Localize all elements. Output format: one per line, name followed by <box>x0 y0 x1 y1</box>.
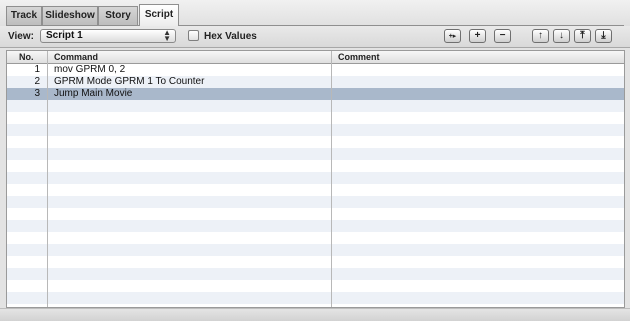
table-row[interactable]: 3 Jump Main Movie <box>7 88 624 100</box>
empty-table-row[interactable] <box>7 232 624 244</box>
empty-table-row[interactable] <box>7 160 624 172</box>
move-up-button[interactable]: ↑ <box>532 29 549 43</box>
hex-values-checkbox[interactable] <box>188 30 199 41</box>
insert-icon: +▸ <box>448 33 457 40</box>
hex-values-label: Hex Values <box>204 31 257 42</box>
status-footer <box>0 308 630 321</box>
tab-script[interactable]: Script <box>139 4 179 26</box>
empty-table-row[interactable] <box>7 280 624 292</box>
empty-table-row[interactable] <box>7 244 624 256</box>
table-row[interactable]: 2 GPRM Mode GPRM 1 To Counter <box>7 76 624 88</box>
empty-table-row[interactable] <box>7 268 624 280</box>
row-number: 1 <box>34 64 40 75</box>
arrow-down-icon: ↓ <box>559 30 564 41</box>
move-to-bottom-button[interactable]: ⤓ <box>595 29 612 43</box>
row-number: 3 <box>34 88 40 99</box>
empty-table-row[interactable] <box>7 208 624 220</box>
tab-track[interactable]: Track <box>6 6 42 25</box>
arrow-up-icon: ↑ <box>538 30 543 41</box>
remove-command-button[interactable]: − <box>494 29 511 43</box>
move-top-icon: ⤒ <box>580 30 585 41</box>
column-header-command[interactable]: Command <box>54 52 98 62</box>
tab-bar: Track Slideshow Story Script <box>0 0 630 26</box>
tab-slideshow[interactable]: Slideshow <box>42 6 98 25</box>
empty-table-row[interactable] <box>7 136 624 148</box>
script-toolbar: View: Script 1 ▲ ▼ Hex Values +▸ + − ↑ ↓ … <box>0 26 630 48</box>
select-arrows-icon: ▲ ▼ <box>163 28 171 43</box>
add-command-button[interactable]: + <box>469 29 486 43</box>
column-header-comment[interactable]: Comment <box>338 52 380 62</box>
move-to-top-button[interactable]: ⤒ <box>574 29 591 43</box>
view-select[interactable]: Script 1 ▲ ▼ <box>40 29 176 43</box>
table-header: No. Command Comment <box>7 51 624 64</box>
row-command: GPRM Mode GPRM 1 To Counter <box>54 76 205 87</box>
row-number: 2 <box>34 76 40 87</box>
table-body: 1 mov GPRM 0, 2 2 GPRM Mode GPRM 1 To Co… <box>7 64 624 307</box>
empty-table-row[interactable] <box>7 124 624 136</box>
empty-table-row[interactable] <box>7 256 624 268</box>
view-select-value: Script 1 <box>46 30 83 41</box>
script-command-table: No. Command Comment 1 mov GPRM 0, 2 2 GP… <box>6 50 625 308</box>
empty-table-row[interactable] <box>7 112 624 124</box>
column-divider[interactable] <box>331 51 332 307</box>
row-command: mov GPRM 0, 2 <box>54 64 126 75</box>
empty-table-row[interactable] <box>7 172 624 184</box>
empty-table-row[interactable] <box>7 220 624 232</box>
empty-table-row[interactable] <box>7 196 624 208</box>
row-command: Jump Main Movie <box>54 88 133 99</box>
move-down-button[interactable]: ↓ <box>553 29 570 43</box>
move-bottom-icon: ⤓ <box>601 30 606 41</box>
insert-command-button[interactable]: +▸ <box>444 29 461 43</box>
minus-icon: − <box>499 30 506 41</box>
table-row[interactable]: 1 mov GPRM 0, 2 <box>7 64 624 76</box>
empty-table-row[interactable] <box>7 100 624 112</box>
empty-table-row[interactable] <box>7 184 624 196</box>
view-label: View: <box>8 31 34 42</box>
column-header-no[interactable]: No. <box>19 52 34 62</box>
empty-table-row[interactable] <box>7 148 624 160</box>
plus-icon: + <box>474 30 481 41</box>
tab-story[interactable]: Story <box>98 6 138 25</box>
column-divider[interactable] <box>47 51 48 307</box>
empty-table-row[interactable] <box>7 292 624 304</box>
